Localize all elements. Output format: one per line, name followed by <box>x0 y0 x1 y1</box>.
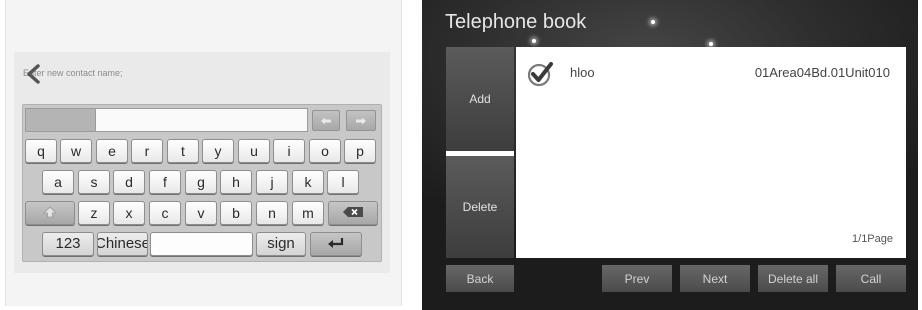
key-y[interactable]: y <box>202 139 234 163</box>
key-n[interactable]: n <box>256 201 288 225</box>
add-button[interactable]: Add <box>446 47 514 151</box>
key-z[interactable]: z <box>78 201 110 225</box>
language-key-label: Chinese <box>97 235 148 252</box>
sparkle <box>709 42 713 46</box>
prev-button[interactable]: Prev <box>602 265 672 292</box>
key-j[interactable]: j <box>256 170 288 194</box>
cursor-area <box>25 108 95 132</box>
contact-name-input[interactable] <box>95 108 308 132</box>
key-e[interactable]: e <box>96 139 128 163</box>
contact-entry-panel: Enter new contact name; q w e r t y u i … <box>0 0 410 310</box>
cursor-left-button[interactable] <box>312 110 340 131</box>
key-g[interactable]: g <box>185 170 217 194</box>
key-u[interactable]: u <box>238 139 270 163</box>
key-i[interactable]: i <box>273 139 305 163</box>
key-s[interactable]: s <box>78 170 110 194</box>
delete-all-button[interactable]: Delete all <box>758 265 828 292</box>
space-key[interactable] <box>150 232 253 256</box>
key-v[interactable]: v <box>185 201 217 225</box>
key-r[interactable]: r <box>131 139 163 163</box>
key-k[interactable]: k <box>292 170 324 194</box>
arrow-left-icon <box>320 112 332 130</box>
key-x[interactable]: x <box>113 201 145 225</box>
page-indicator: 1/1Page <box>852 233 893 245</box>
page-title: Telephone book <box>445 11 587 33</box>
next-button[interactable]: Next <box>680 265 750 292</box>
shift-key[interactable] <box>25 201 75 225</box>
key-f[interactable]: f <box>149 170 181 194</box>
telephone-book-panel: Telephone book Add Delete hloo 01Area04B… <box>422 0 918 310</box>
key-a[interactable]: a <box>42 170 74 194</box>
key-t[interactable]: t <box>167 139 199 163</box>
contact-address: 01Area04Bd.01Unit010 <box>754 65 890 80</box>
key-m[interactable]: m <box>292 201 324 225</box>
key-p[interactable]: p <box>344 139 376 163</box>
key-w[interactable]: w <box>60 139 92 163</box>
delete-button[interactable]: Delete <box>446 156 514 258</box>
sparkle <box>532 39 536 43</box>
arrow-right-icon <box>355 112 367 130</box>
back-button[interactable]: Back <box>446 265 514 292</box>
contact-row[interactable]: hloo 01Area04Bd.01Unit010 <box>516 47 906 91</box>
backspace-key[interactable] <box>328 201 378 225</box>
language-key[interactable]: Chinese <box>97 232 148 256</box>
cursor-right-button[interactable] <box>346 110 376 131</box>
shift-icon <box>43 202 57 224</box>
numbers-key[interactable]: 123 <box>42 232 94 256</box>
enter-key[interactable] <box>310 232 362 256</box>
contact-name: hloo <box>570 65 595 80</box>
key-c[interactable]: c <box>149 201 181 225</box>
sparkle <box>651 20 655 24</box>
call-button[interactable]: Call <box>836 265 906 292</box>
backspace-icon <box>342 202 364 224</box>
key-q[interactable]: q <box>25 139 57 163</box>
key-l[interactable]: l <box>327 170 359 194</box>
sign-key[interactable]: sign <box>256 232 306 256</box>
key-b[interactable]: b <box>220 201 252 225</box>
key-o[interactable]: o <box>309 139 341 163</box>
key-d[interactable]: d <box>113 170 145 194</box>
contact-list: hloo 01Area04Bd.01Unit010 1/1Page <box>516 47 906 258</box>
key-h[interactable]: h <box>220 170 252 194</box>
back-arrow-icon[interactable] <box>25 64 43 84</box>
check-circle-icon[interactable] <box>527 60 554 87</box>
enter-icon <box>327 233 345 255</box>
